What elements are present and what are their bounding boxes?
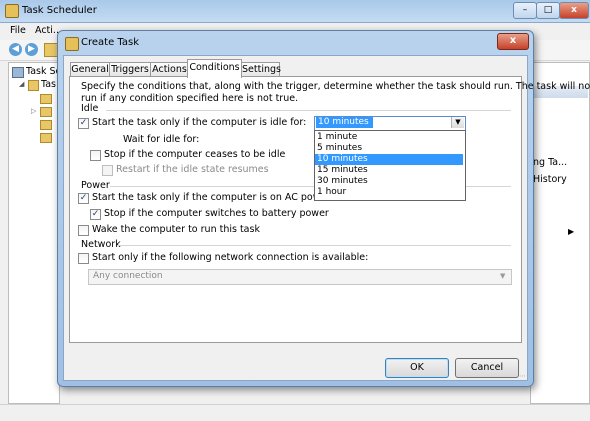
task-scheduler-node-icon	[12, 67, 24, 78]
idle-option-10-minutes[interactable]: 10 minutes	[315, 154, 463, 165]
wake-computer-checkbox[interactable]	[78, 225, 89, 236]
network-connection-value: Any connection	[93, 271, 163, 281]
window-close-button[interactable]: x	[559, 2, 589, 19]
battery-stop-label: Stop if the computer switches to battery…	[104, 208, 329, 219]
collapse-triangle-icon[interactable]: ◢	[19, 80, 24, 88]
tab-settings[interactable]: Settings	[241, 62, 281, 77]
tab-conditions[interactable]: Conditions	[187, 59, 242, 78]
tab-actions[interactable]: Actions	[150, 62, 189, 77]
create-task-icon	[65, 37, 79, 51]
ac-power-label: Start the task only if the computer is o…	[92, 192, 331, 203]
tree-item-task-scheduler[interactable]: Task Sc	[26, 66, 61, 77]
tab-triggers[interactable]: Triggers	[109, 62, 151, 77]
ac-power-checkbox[interactable]: ✓	[78, 193, 89, 204]
stop-if-not-idle-checkbox[interactable]	[90, 150, 101, 161]
dropdown-arrow-icon[interactable]: ▼	[451, 117, 464, 128]
folder-icon[interactable]	[40, 94, 52, 104]
folder-icon	[28, 80, 39, 91]
network-connection-label: Start only if the following network conn…	[92, 252, 369, 263]
back-arrow-icon[interactable]: ◀	[9, 43, 22, 56]
folder-icon[interactable]	[40, 133, 52, 143]
idle-duration-value: 10 minutes	[316, 117, 373, 128]
idle-option-15-minutes[interactable]: 15 minutes	[315, 165, 463, 176]
idle-separator	[106, 110, 511, 111]
actions-pane-item-running-tasks[interactable]: ng Ta...	[533, 157, 567, 168]
status-bar	[0, 404, 590, 421]
idle-option-1-hour[interactable]: 1 hour	[315, 187, 463, 198]
folder-icon[interactable]	[40, 107, 52, 117]
menu-file[interactable]: File	[10, 25, 26, 36]
description-line-2: run if any condition specified here is n…	[81, 93, 299, 104]
task-scheduler-app-icon	[5, 4, 19, 18]
cancel-button[interactable]: Cancel	[455, 358, 519, 378]
stop-if-not-idle-label: Stop if the computer ceases to be idle	[104, 149, 286, 160]
wait-for-idle-label: Wait for idle for:	[123, 134, 200, 145]
power-section-label: Power	[81, 180, 110, 191]
restart-if-idle-resumes-label: Restart if the idle state resumes	[116, 164, 269, 175]
actions-pane	[530, 62, 590, 404]
maximize-icon[interactable]: □	[536, 2, 560, 19]
network-section-label: Network	[81, 239, 121, 250]
dialog-title: Create Task	[81, 37, 139, 48]
description-line-1: Specify the conditions that, along with …	[81, 81, 590, 92]
folder-icon[interactable]	[44, 43, 58, 57]
wake-computer-label: Wake the computer to run this task	[92, 224, 260, 235]
idle-option-5-minutes[interactable]: 5 minutes	[315, 143, 463, 154]
tab-general[interactable]: General	[70, 62, 110, 77]
network-connection-checkbox[interactable]	[78, 253, 89, 264]
submenu-arrow-icon[interactable]: ▶	[568, 227, 574, 236]
network-separator	[118, 245, 511, 246]
idle-start-checkbox[interactable]: ✓	[78, 118, 89, 129]
minimize-icon[interactable]: –	[513, 2, 537, 19]
resize-grip-icon[interactable]: ⋯	[519, 372, 526, 380]
folder-icon[interactable]	[40, 120, 52, 130]
idle-start-label: Start the task only if the computer is i…	[92, 117, 307, 128]
idle-option-1-minute[interactable]: 1 minute	[315, 132, 463, 143]
tree-item-library[interactable]: Tas	[41, 79, 56, 90]
actions-pane-item-history[interactable]: History	[533, 174, 567, 185]
forward-arrow-icon[interactable]: ▶	[25, 43, 38, 56]
dialog-close-button[interactable]: x	[497, 33, 529, 50]
idle-option-30-minutes[interactable]: 30 minutes	[315, 176, 463, 187]
battery-stop-checkbox[interactable]: ✓	[90, 209, 101, 220]
expand-triangle-icon[interactable]: ▷	[31, 107, 36, 115]
dropdown-arrow-icon[interactable]: ▼	[500, 272, 505, 280]
task-scheduler-title: Task Scheduler	[22, 5, 97, 16]
restart-if-idle-resumes-checkbox[interactable]	[102, 165, 113, 176]
ok-button[interactable]: OK	[385, 358, 449, 378]
idle-section-label: Idle	[81, 103, 99, 114]
